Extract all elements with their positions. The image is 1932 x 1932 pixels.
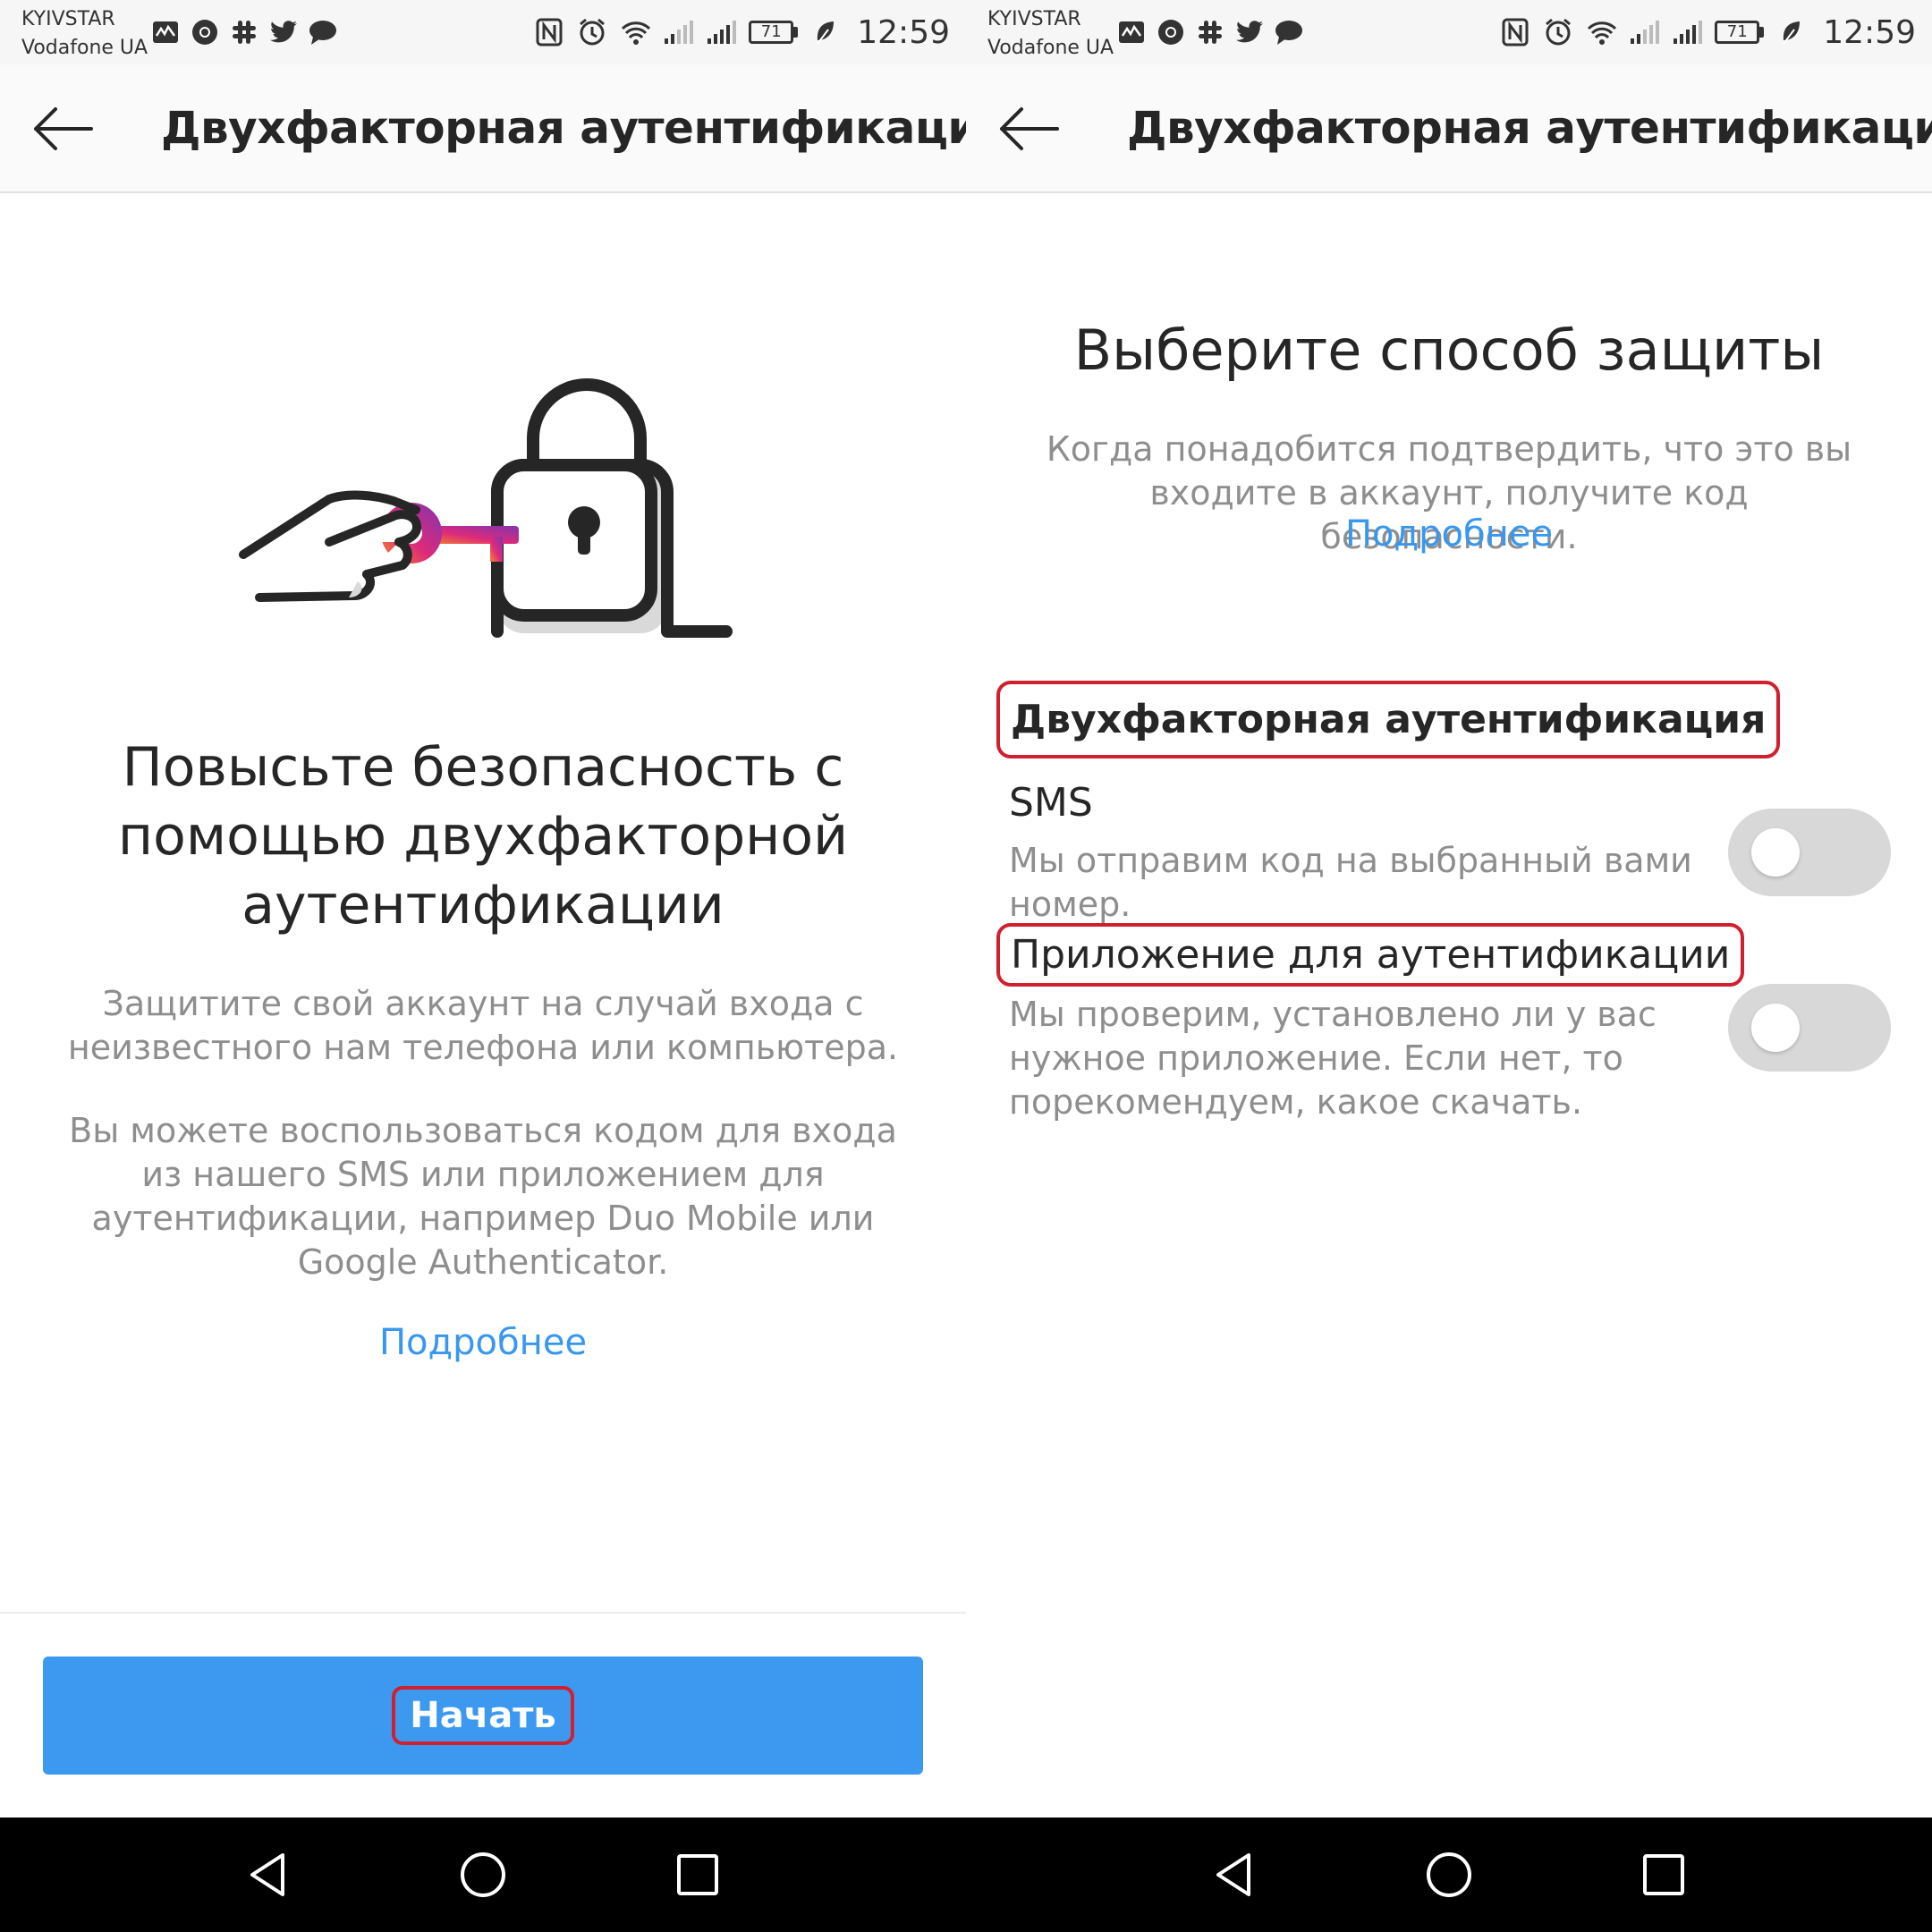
nfc-icon — [534, 17, 564, 47]
intro-heading: Повысьте безопасность с помощью двухфакт… — [117, 736, 849, 936]
learn-more-link[interactable]: Подробнее — [379, 1322, 587, 1363]
intro-paragraph-2: Вы можете воспользоваться кодом для вход… — [69, 1111, 897, 1282]
signal-icon — [706, 17, 737, 47]
carrier-2: Vodafone UA — [987, 37, 1114, 59]
chat-icon — [308, 17, 338, 47]
home-circle-icon[interactable] — [456, 1848, 510, 1902]
notification-icons — [1116, 16, 1304, 48]
back-button[interactable] — [995, 100, 1066, 157]
section-title: Двухфакторная аутентификация — [996, 681, 1781, 758]
learn-more-container: Подробнее — [966, 513, 1932, 555]
status-bar: KYIVSTAR Vodafone UA 71 12:59 — [966, 0, 1932, 64]
arrow-left-icon — [34, 107, 93, 150]
arrow-left-icon — [1000, 107, 1059, 150]
intro-paragraph-1: Защитите свой аккаунт на случай входа с … — [67, 984, 899, 1067]
system-icons: 71 12:59 — [1500, 11, 1916, 54]
signal-icon — [663, 17, 694, 47]
start-button-label: Начать — [392, 1686, 574, 1745]
toggle-knob — [1751, 1004, 1800, 1052]
slack-icon — [1195, 17, 1225, 47]
home-circle-icon[interactable] — [1422, 1848, 1476, 1902]
twitter-icon — [268, 17, 299, 47]
app-bar: Двухфакторная аутентификация — [0, 64, 966, 193]
app-bar: Двухфакторная аутентификация — [966, 64, 1932, 193]
option-sms-title: SMS — [1009, 780, 1093, 826]
carrier-info: KYIVSTAR Vodafone UA — [21, 5, 148, 63]
notification-icons — [150, 16, 338, 48]
twitter-icon — [1234, 17, 1265, 47]
recents-square-icon[interactable] — [671, 1848, 724, 1902]
activity-icon — [150, 17, 181, 47]
intro-screen: KYIVSTAR Vodafone UA 71 12:59 Двухфактор… — [0, 0, 966, 1932]
signal-icon — [1629, 17, 1660, 47]
chat-icon — [1274, 17, 1304, 47]
carrier-info: KYIVSTAR Vodafone UA — [987, 5, 1114, 63]
back-button[interactable] — [29, 100, 100, 157]
sms-toggle[interactable] — [1728, 809, 1891, 896]
method-screen: KYIVSTAR Vodafone UA 71 12:59 Двухфактор… — [966, 0, 1932, 1932]
wifi-icon — [620, 17, 651, 47]
battery-level: 71 — [749, 21, 794, 44]
start-button[interactable]: Начать — [43, 1657, 923, 1775]
battery-level: 71 — [1715, 21, 1760, 44]
navigation-bar — [0, 1818, 966, 1932]
option-app-description: Мы проверим, установлено ли у вас нужное… — [1009, 995, 1657, 1122]
option-app-title: Приложение для аутентификации — [996, 923, 1745, 987]
clock: 12:59 — [1823, 13, 1916, 51]
chrome-icon — [1156, 17, 1186, 47]
nfc-icon — [1500, 17, 1530, 47]
toggle-knob — [1751, 828, 1800, 877]
learn-more-link[interactable]: Подробнее — [1345, 513, 1553, 555]
clock: 12:59 — [857, 13, 950, 51]
page-title: Двухфакторная аутентификация — [1127, 102, 1932, 154]
carrier-1: KYIVSTAR — [987, 8, 1081, 30]
learn-more-container: Подробнее — [0, 1322, 966, 1363]
lock-key-illustration — [233, 367, 733, 653]
signal-icon — [1672, 17, 1703, 47]
option-sms-description: Мы отправим код на выбранный вами номер. — [1009, 841, 1692, 924]
auth-app-toggle[interactable] — [1728, 984, 1891, 1072]
system-icons: 71 12:59 — [534, 11, 950, 54]
leaf-icon — [1776, 17, 1807, 47]
back-triangle-icon[interactable] — [1208, 1848, 1261, 1902]
recents-square-icon[interactable] — [1637, 1848, 1690, 1902]
wifi-icon — [1586, 17, 1617, 47]
alarm-icon — [577, 17, 607, 47]
alarm-icon — [1543, 17, 1573, 47]
carrier-2: Vodafone UA — [21, 37, 148, 59]
battery-icon: 71 — [749, 21, 799, 44]
leaf-icon — [810, 17, 841, 47]
carrier-1: KYIVSTAR — [21, 8, 115, 30]
divider — [0, 1612, 966, 1614]
activity-icon — [1116, 17, 1147, 47]
chrome-icon — [190, 17, 220, 47]
status-bar: KYIVSTAR Vodafone UA 71 12:59 — [0, 0, 966, 64]
navigation-bar — [966, 1818, 1932, 1932]
slack-icon — [229, 17, 259, 47]
page-title: Двухфакторная аутентификация — [161, 102, 966, 154]
battery-icon: 71 — [1715, 21, 1765, 44]
method-heading: Выберите способ защиты — [1073, 318, 1825, 383]
back-triangle-icon[interactable] — [242, 1848, 295, 1902]
